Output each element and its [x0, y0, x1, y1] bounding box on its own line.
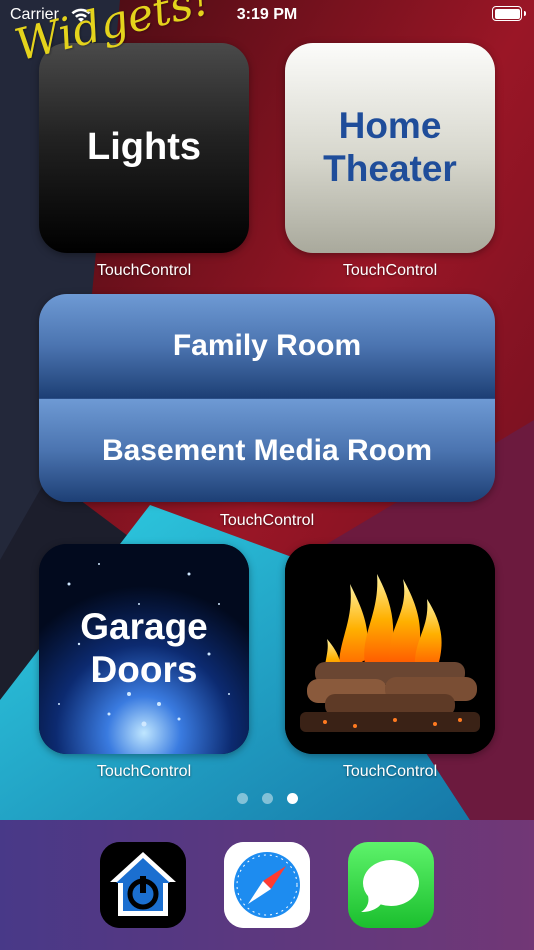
- family-room-button[interactable]: Family Room: [39, 294, 495, 398]
- fireplace-widget-label: TouchControl: [342, 763, 438, 780]
- page-dot-1: [236, 793, 248, 804]
- speech-bubble-icon: [361, 860, 419, 912]
- battery-icon: [492, 6, 526, 21]
- lights-title: Lights: [87, 126, 201, 169]
- garage-widget-label: TouchControl: [96, 763, 192, 780]
- safari-app-icon[interactable]: [224, 842, 310, 928]
- compass-icon: [224, 842, 310, 928]
- home-theater-widget[interactable]: Home Theater: [285, 43, 495, 253]
- page-indicator[interactable]: [0, 793, 534, 804]
- house-power-icon: [100, 842, 186, 928]
- garage-doors-title: Garage Doors: [80, 606, 208, 691]
- home-theater-widget-label: TouchControl: [342, 262, 438, 279]
- page-dot-2: [261, 793, 273, 804]
- home-theater-title: Home Theater: [323, 105, 457, 190]
- rooms-widget: Family Room Basement Media Room: [39, 294, 495, 502]
- dock: [0, 820, 534, 950]
- lights-widget-label: TouchControl: [96, 262, 192, 279]
- basement-media-room-button[interactable]: Basement Media Room: [39, 398, 495, 502]
- lights-widget[interactable]: Lights: [39, 43, 249, 253]
- fireplace-widget[interactable]: [285, 544, 495, 754]
- fireplace-image: [285, 544, 495, 754]
- garage-title-line1: Garage: [80, 606, 208, 648]
- touchcontrol-app-icon[interactable]: [100, 842, 186, 928]
- rooms-widget-label: TouchControl: [219, 512, 315, 529]
- messages-app-icon[interactable]: [348, 842, 434, 928]
- home-theater-title-line2: Theater: [323, 148, 457, 189]
- page-dot-3: [286, 793, 298, 804]
- home-theater-title-line1: Home: [338, 105, 442, 147]
- garage-doors-widget[interactable]: Garage Doors: [39, 544, 249, 754]
- garage-title-line2: Doors: [90, 649, 198, 690]
